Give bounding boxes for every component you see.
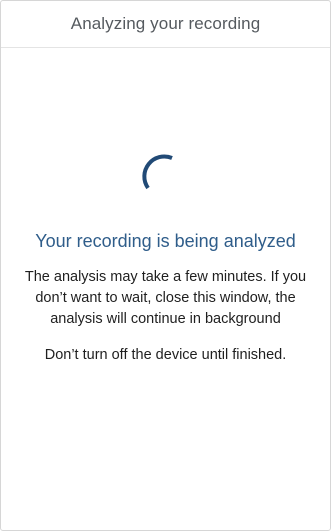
- analysis-status-message: The analysis may take a few minutes. If …: [24, 269, 307, 327]
- analysis-status-title: Your recording is being analyzed: [35, 231, 296, 251]
- window-header: Analyzing your recording: [1, 1, 330, 48]
- loading-spinner-icon: [142, 154, 173, 190]
- window-title: Analyzing your recording: [70, 14, 261, 33]
- analysis-content: Your recording is being analyzed The ana…: [1, 48, 330, 530]
- device-warning-message: Don’t turn off the device until finished…: [44, 347, 287, 363]
- analysis-window: Analyzing your recording Your recording …: [0, 0, 331, 531]
